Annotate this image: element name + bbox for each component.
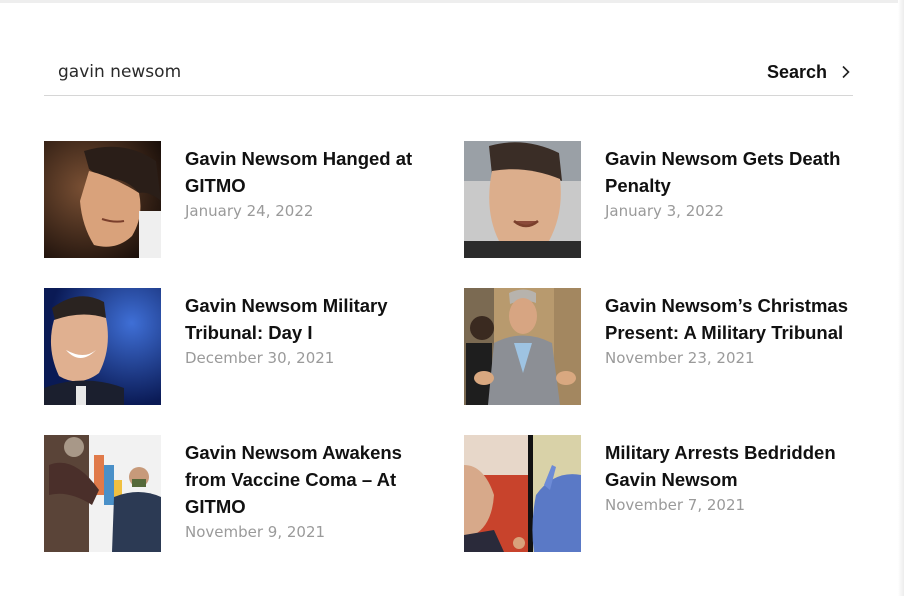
newsom-smiling-photo bbox=[44, 288, 161, 405]
result-title[interactable]: Gavin Newsom Awakens from Vaccine Coma –… bbox=[185, 439, 445, 520]
result-date: November 9, 2021 bbox=[185, 523, 326, 541]
result-card: Gavin Newsom Awakens from Vaccine Coma –… bbox=[44, 435, 444, 553]
result-title[interactable]: Gavin Newsom Gets Death Penalty bbox=[605, 145, 865, 199]
result-date: November 23, 2021 bbox=[605, 349, 755, 367]
top-divider bbox=[0, 0, 898, 3]
search-button-label: Search bbox=[766, 61, 827, 82]
search-bar: Search bbox=[44, 50, 853, 96]
result-thumbnail[interactable] bbox=[44, 288, 161, 405]
result-thumbnail[interactable] bbox=[464, 435, 581, 552]
search-button[interactable]: Search bbox=[743, 50, 853, 94]
result-card: Gavin Newsom’s Christmas Present: A Mili… bbox=[464, 288, 864, 406]
result-date: December 30, 2021 bbox=[185, 349, 335, 367]
result-title[interactable]: Gavin Newsom’s Christmas Present: A Mili… bbox=[605, 292, 865, 346]
result-card: Gavin Newsom Hanged at GITMO January 24,… bbox=[44, 141, 444, 259]
result-date: November 7, 2021 bbox=[605, 496, 746, 514]
result-card: Military Arrests Bedridden Gavin Newsom … bbox=[464, 435, 864, 553]
newsom-vaccine-photo bbox=[44, 435, 161, 552]
result-title[interactable]: Military Arrests Bedridden Gavin Newsom bbox=[605, 439, 865, 493]
result-thumbnail[interactable] bbox=[44, 141, 161, 258]
newsom-speaking-photo bbox=[464, 141, 581, 258]
newsom-gesturing-photo bbox=[464, 288, 581, 405]
split-newsom-glove-photo bbox=[464, 435, 581, 552]
result-date: January 3, 2022 bbox=[605, 202, 724, 220]
result-card: Gavin Newsom Military Tribunal: Day I De… bbox=[44, 288, 444, 406]
result-card: Gavin Newsom Gets Death Penalty January … bbox=[464, 141, 864, 259]
chevron-right-icon bbox=[842, 65, 850, 79]
result-title[interactable]: Gavin Newsom Military Tribunal: Day I bbox=[185, 292, 445, 346]
result-thumbnail[interactable] bbox=[44, 435, 161, 552]
result-date: January 24, 2022 bbox=[185, 202, 314, 220]
search-input[interactable] bbox=[44, 50, 704, 94]
result-thumbnail[interactable] bbox=[464, 288, 581, 405]
newsom-profile-photo bbox=[44, 141, 161, 258]
page-edge-shadow bbox=[898, 0, 904, 596]
result-title[interactable]: Gavin Newsom Hanged at GITMO bbox=[185, 145, 445, 199]
result-thumbnail[interactable] bbox=[464, 141, 581, 258]
